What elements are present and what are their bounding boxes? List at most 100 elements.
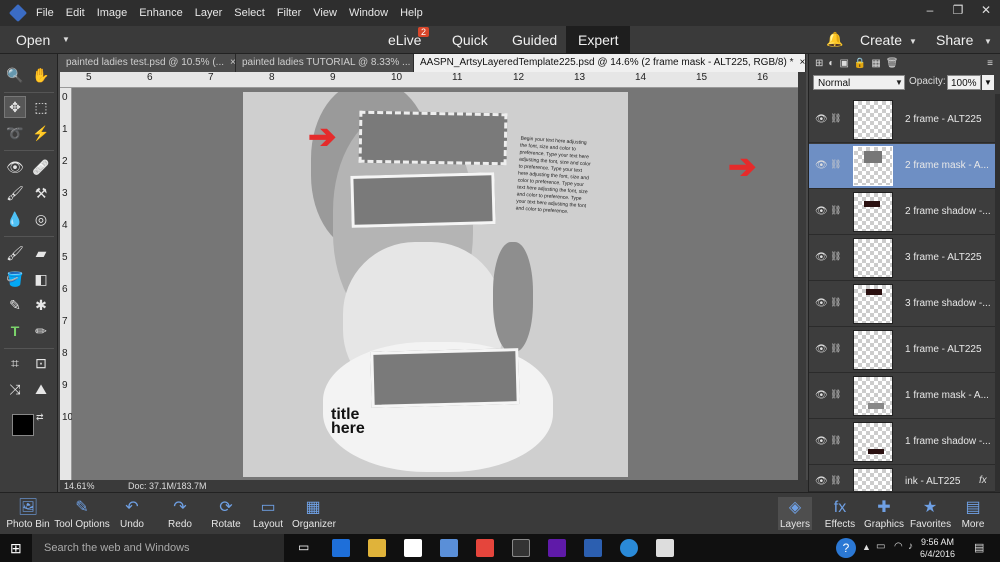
mode-expert[interactable]: Expert [566,26,631,54]
visibility-eye-icon[interactable]: 👁 [815,206,828,217]
layout-button[interactable]: ▭ Layout [252,497,284,530]
link-icon[interactable]: ⛓ [830,159,841,170]
frame-2-mask[interactable] [358,110,508,166]
zoom-tool-icon[interactable]: 🔍 [4,64,26,86]
bell-icon[interactable]: 🔔 [826,31,843,48]
sponge-tool-icon[interactable]: ◎ [30,208,52,230]
menu-edit[interactable]: Edit [66,7,85,19]
create-button[interactable]: Create [860,32,902,48]
photos-icon[interactable] [656,539,674,557]
maximize-button[interactable]: ❐ [944,0,972,22]
link-icon[interactable]: ⛓ [830,205,841,216]
dropbox-icon[interactable] [440,539,458,557]
gradient-tool-icon[interactable]: ◧ [30,268,52,290]
add-mask-icon[interactable]: ▣ [839,58,848,69]
undo-button[interactable]: ↶ Undo [116,497,148,530]
content-aware-move-icon[interactable]: ⤨ [4,378,26,400]
layer-row[interactable]: 👁 ⛓ 3 frame shadow -... [809,282,995,327]
edge-browser-icon[interactable] [332,539,350,557]
healing-brush-icon[interactable]: 🩹 [30,156,52,178]
blur-tool-icon[interactable]: 💧 [4,208,26,230]
link-icon[interactable]: ⛓ [830,343,841,354]
tab-close-icon[interactable]: × [230,54,235,72]
eyedropper-icon[interactable]: ✎ [4,294,26,316]
menu-layer[interactable]: Layer [195,7,223,19]
straighten-tool-icon[interactable]: ⛰ [30,378,52,400]
new-layer-icon[interactable]: ⊞ [815,58,823,69]
menu-enhance[interactable]: Enhance [139,7,182,19]
opacity-input[interactable]: 100% [947,75,981,90]
tool-options-button[interactable]: ✎ Tool Options [54,497,110,530]
office-icon[interactable] [476,539,494,557]
visibility-eye-icon[interactable]: 👁 [815,160,828,171]
app-icon[interactable] [620,539,638,557]
menu-select[interactable]: Select [234,7,265,19]
delete-layer-icon[interactable]: 🗑 [886,58,899,69]
swap-colors-icon[interactable]: ⇄ [36,412,44,423]
move-tool-icon[interactable]: ✥ [4,96,26,118]
opacity-dropdown-icon[interactable]: ▼ [982,75,994,90]
smart-brush-icon[interactable]: 🖌 [4,182,26,204]
amazon-icon[interactable] [512,539,530,557]
document-canvas[interactable]: Begin your text here adjusting the font,… [243,92,628,477]
title-text[interactable]: title here [331,407,365,437]
layer-row[interactable]: 👁 ⛓ 2 frame mask - A... [809,144,995,189]
menu-image[interactable]: Image [97,7,128,19]
mode-guided[interactable]: Guided [512,32,557,48]
mode-elive[interactable]: eLive [388,32,421,48]
layer-style-icon[interactable]: fx [979,475,987,486]
menu-help[interactable]: Help [400,7,423,19]
open-button[interactable]: Open [16,32,50,48]
text-tool-icon[interactable]: T [4,320,26,342]
menu-file[interactable]: File [36,7,54,19]
recompose-tool-icon[interactable]: ⊡ [30,352,52,374]
battery-icon[interactable]: ▭ [876,541,885,552]
lock-transparent-icon[interactable]: ▦ [871,58,880,69]
tab-document-2[interactable]: painted ladies TUTORIAL @ 8.33% ... × [236,54,414,72]
help-icon[interactable]: ? [836,538,856,558]
clone-stamp-icon[interactable]: ⚒ [30,182,52,204]
frame-1[interactable] [370,348,520,408]
link-icon[interactable]: ⛓ [830,251,841,262]
blend-dropdown-icon[interactable]: ▼ [895,78,903,87]
create-dropdown-icon[interactable]: ▼ [909,37,917,46]
visibility-eye-icon[interactable]: 👁 [815,390,828,401]
hand-tool-icon[interactable]: ✋ [30,64,52,86]
windows-start-icon[interactable]: ⊞ [10,540,22,557]
foreground-color-swatch[interactable] [12,414,34,436]
favorites-button[interactable]: ★ Favorites [910,497,951,530]
share-dropdown-icon[interactable]: ▼ [984,37,992,46]
journal-text[interactable]: Begin your text here adjusting the font,… [515,136,592,218]
menu-filter[interactable]: Filter [277,7,301,19]
task-view-icon[interactable]: ▭ [298,540,309,554]
yahoo-icon[interactable] [548,539,566,557]
effects-button[interactable]: fx Effects [822,497,858,530]
brush-tool-icon[interactable]: 🖌 [4,242,26,264]
layer-row[interactable]: 👁 ⛓ 3 frame - ALT225 [809,236,995,281]
new-fill-layer-icon[interactable]: ◐ [828,58,834,69]
photoshop-elements-icon[interactable] [584,539,602,557]
visibility-eye-icon[interactable]: 👁 [815,344,828,355]
rotate-button[interactable]: ⟳ Rotate [208,497,244,530]
layer-row[interactable]: 👁 ⛓ 1 frame - ALT225 [809,328,995,373]
volume-icon[interactable]: ♪ [908,541,913,552]
paint-bucket-icon[interactable]: 🪣 [4,268,26,290]
eraser-tool-icon[interactable]: ▰ [30,242,52,264]
red-eye-tool-icon[interactable]: 👁 [4,156,26,178]
more-button[interactable]: ▤ More [958,497,988,530]
link-icon[interactable]: ⛓ [830,113,841,124]
graphics-button[interactable]: ✚ Graphics [864,497,904,530]
panel-menu-icon[interactable]: ≡ [987,58,993,69]
notifications-icon[interactable]: ▤ [974,541,984,554]
menu-view[interactable]: View [313,7,337,19]
layer-row[interactable]: 👁 ⛓ ink - ALT225 fx [809,466,995,492]
blend-mode-select[interactable]: Normal [813,75,905,90]
custom-shape-icon[interactable]: ✱ [30,294,52,316]
canvas-scrollbar[interactable] [798,72,806,480]
mode-quick[interactable]: Quick [452,32,488,48]
visibility-eye-icon[interactable]: 👁 [815,476,828,487]
link-icon[interactable]: ⛓ [830,297,841,308]
tray-chevron-icon[interactable]: ▲ [862,542,871,552]
tab-close-icon[interactable]: × [799,54,805,72]
share-button[interactable]: Share [936,32,973,48]
